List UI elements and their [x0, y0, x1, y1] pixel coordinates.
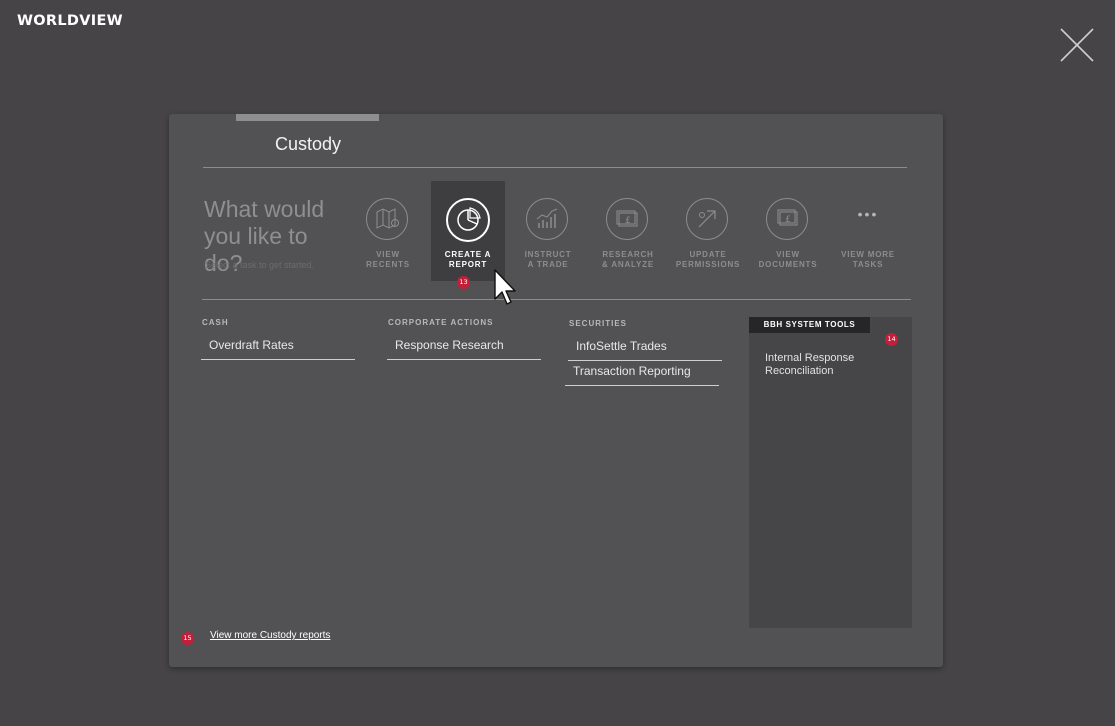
task-view-recents[interactable]: VIEW RECENTS [351, 181, 425, 281]
panel-title: Custody [275, 134, 342, 154]
task-label: UPDATE PERMISSIONS [675, 250, 741, 269]
system-tools-panel: BBH SYSTEM TOOLS 14 Internal Response Re… [749, 317, 912, 628]
task-prompt-subtitle: Select a task to get started. [205, 260, 315, 270]
custody-panel: Custody What would you like to do? Selec… [169, 114, 943, 667]
close-button[interactable] [1059, 27, 1095, 63]
cash-header: CASH [202, 318, 229, 327]
documents-icon: £ [766, 198, 808, 240]
task-view-more[interactable]: ••• VIEW MORE TASKS [831, 181, 905, 281]
svg-text:£: £ [625, 216, 631, 226]
map-pin-icon [366, 198, 408, 240]
task-label: RESEARCH & ANALYZE [602, 250, 654, 269]
tasks-divider [202, 299, 911, 300]
report-link-overdraft-rates[interactable]: Overdraft Rates [201, 335, 355, 360]
help-badge: 14 [885, 333, 898, 346]
report-link-transaction-reporting[interactable]: Transaction Reporting [565, 361, 719, 386]
task-label: CREATE A REPORT [444, 250, 492, 269]
arrow-up-right-icon [686, 198, 728, 240]
corporate-actions-header: CORPORATE ACTIONS [388, 318, 494, 327]
task-research-analyze[interactable]: £ RESEARCH & ANALYZE [591, 181, 665, 281]
securities-header: SECURITIES [569, 319, 628, 328]
pie-chart-icon [446, 198, 490, 242]
tool-link-internal-response-reconciliation[interactable]: Internal Response Reconciliation [765, 352, 885, 378]
view-more-reports-link[interactable]: View more Custody reports [210, 630, 330, 641]
close-icon [1060, 28, 1094, 62]
task-label: INSTRUCT A TRADE [524, 250, 572, 269]
report-link-infosettle-trades[interactable]: InfoSettle Trades [568, 336, 722, 361]
help-badge: 13 [457, 276, 470, 289]
task-label: VIEW MORE TASKS [841, 250, 895, 269]
more-dots-icon: ••• [857, 206, 879, 222]
task-instruct-trade[interactable]: INSTRUCT A TRADE [511, 181, 585, 281]
pound-document-icon: £ [606, 198, 648, 240]
report-link-response-research[interactable]: Response Research [387, 335, 541, 360]
help-badge: 15 [181, 632, 194, 645]
worldview-logo: WORLDVIEW [17, 13, 123, 29]
svg-text:£: £ [785, 215, 791, 225]
title-divider [203, 167, 907, 168]
task-update-permissions[interactable]: UPDATE PERMISSIONS [671, 181, 745, 281]
task-label: VIEW RECENTS [366, 250, 410, 269]
tab-indicator [236, 114, 379, 121]
task-view-documents[interactable]: £ VIEW DOCUMENTS [751, 181, 825, 281]
task-label: VIEW DOCUMENTS [758, 250, 818, 269]
trade-chart-icon [526, 198, 568, 240]
system-tools-header: BBH SYSTEM TOOLS [749, 317, 870, 333]
task-create-report[interactable]: CREATE A REPORT 13 [431, 181, 505, 289]
